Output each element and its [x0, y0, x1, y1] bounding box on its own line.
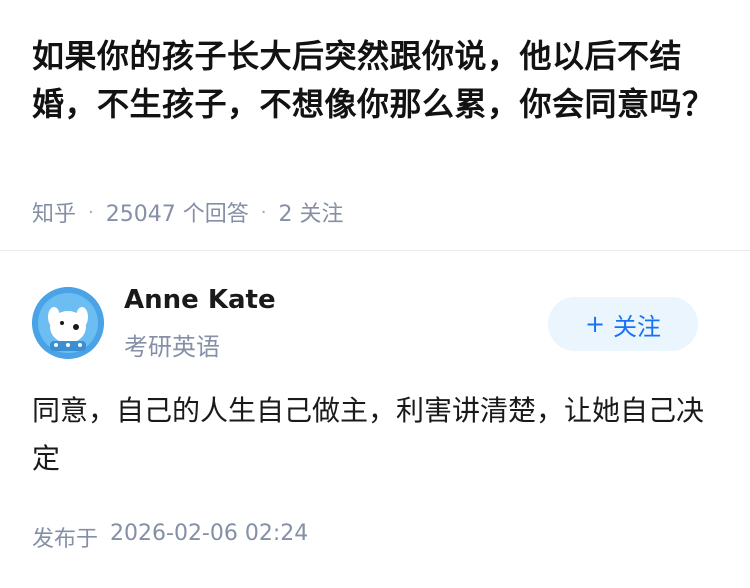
answer-count-label: 个回答: [182, 202, 249, 227]
answer-content[interactable]: 同意，自己的人生自己做主，利害讲清楚，让她自己决定: [32, 387, 712, 483]
answer-count[interactable]: 25047 个回答: [106, 196, 249, 228]
author-bio: 考研英语: [124, 333, 220, 361]
follow-button-label: 关注: [613, 312, 662, 341]
follow-count-value: 2: [278, 202, 293, 227]
published-time: 2026-02-06 02:24: [110, 521, 309, 546]
answer-count-value: 25047: [105, 202, 176, 227]
follow-button[interactable]: + 关注: [548, 297, 698, 351]
meta-separator: ·: [88, 201, 94, 223]
published-label: 发布于: [32, 527, 99, 552]
question-meta: 知乎 · 25047 个回答 · 2 关注: [32, 196, 344, 228]
follow-count[interactable]: 2 关注: [279, 196, 344, 228]
follow-count-label: 关注: [299, 202, 344, 227]
avatar-illustration: [32, 287, 104, 359]
plus-icon: +: [584, 310, 606, 338]
cartoon-dog-avatar-icon[interactable]: [32, 287, 104, 359]
meta-separator: ·: [260, 201, 267, 223]
question-header: 如果你的孩子长大后突然跟你说，他以后不结婚，不生孩子，不想像你那么累，你会同意吗…: [0, 0, 750, 250]
answer-card: Anne Kate 考研英语 + 关注 同意，自己的人生自己做主，利害讲清楚，让…: [0, 251, 750, 588]
question-title[interactable]: 如果你的孩子长大后突然跟你说，他以后不结婚，不生孩子，不想像你那么累，你会同意吗…: [32, 32, 722, 128]
author-name[interactable]: Anne Kate: [124, 285, 276, 315]
source-label[interactable]: 知乎: [32, 196, 76, 228]
answer-meta: 发布于 2026-02-06 02:24: [32, 521, 308, 553]
